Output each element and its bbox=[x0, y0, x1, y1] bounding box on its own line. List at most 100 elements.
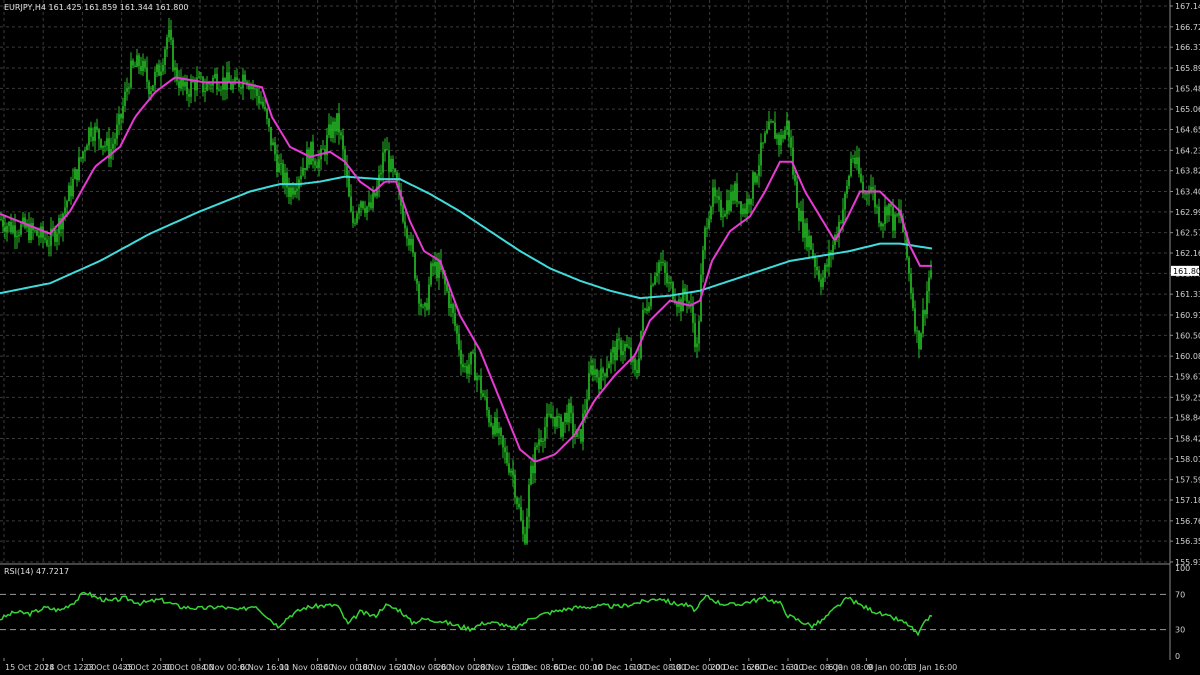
candle-body bbox=[204, 90, 206, 93]
candle-body bbox=[202, 76, 204, 93]
candle-body bbox=[436, 261, 438, 278]
candle-body bbox=[914, 308, 916, 332]
candle-body bbox=[174, 67, 176, 71]
candle-body bbox=[776, 134, 778, 139]
candle-body bbox=[224, 77, 226, 90]
price-tick-label: 162.160 bbox=[1175, 249, 1200, 258]
candle-body bbox=[916, 330, 918, 332]
candle-body bbox=[564, 412, 566, 422]
candle-body bbox=[164, 49, 166, 65]
candle-body bbox=[156, 64, 158, 73]
candle-body bbox=[302, 168, 304, 176]
candle-body bbox=[572, 413, 574, 436]
candle-body bbox=[590, 365, 592, 374]
candle-body bbox=[190, 80, 192, 97]
candle-body bbox=[266, 108, 268, 119]
candle-body bbox=[652, 284, 654, 286]
candle-body bbox=[860, 173, 862, 182]
candle-body bbox=[340, 132, 342, 136]
candle-body bbox=[650, 285, 652, 307]
candle-body bbox=[770, 121, 772, 123]
candle-body bbox=[768, 121, 770, 130]
candle-body bbox=[584, 409, 586, 414]
candle-body bbox=[884, 206, 886, 225]
candle-body bbox=[402, 205, 404, 222]
candle-body bbox=[242, 74, 244, 89]
candle-body bbox=[506, 452, 508, 464]
candle-body bbox=[698, 321, 700, 344]
candle-body bbox=[458, 333, 460, 350]
candle-body bbox=[46, 239, 48, 246]
candle-body bbox=[518, 503, 520, 508]
candle-body bbox=[824, 264, 826, 278]
candle-body bbox=[658, 262, 660, 273]
price-tick-label: 165.890 bbox=[1175, 64, 1200, 73]
time-tick-label: 13 Jan 16:00 bbox=[907, 663, 958, 672]
candle-body bbox=[102, 145, 104, 148]
candle-body bbox=[872, 186, 874, 190]
candle-body bbox=[810, 235, 812, 250]
trading-chart[interactable]: 167.140 166.720 166.310 165.890 165.480 165.0… bbox=[0, 0, 1200, 675]
candle-body bbox=[282, 163, 284, 184]
candle-body bbox=[842, 209, 844, 224]
candle-body bbox=[816, 266, 818, 271]
candle-body bbox=[284, 172, 286, 184]
candle-body bbox=[406, 228, 408, 239]
price-tick-label: 158.420 bbox=[1175, 434, 1200, 443]
candle-body bbox=[628, 346, 630, 348]
candle-body bbox=[200, 76, 202, 78]
candle-body bbox=[170, 29, 172, 40]
candle-body bbox=[750, 198, 752, 205]
price-tick-label: 160.080 bbox=[1175, 352, 1200, 361]
candle-body bbox=[710, 206, 712, 220]
candle-body bbox=[728, 200, 730, 211]
candle-body bbox=[446, 284, 448, 292]
candle-body bbox=[166, 37, 168, 50]
candle-body bbox=[474, 352, 476, 381]
price-tick-label: 166.310 bbox=[1175, 43, 1200, 52]
candle-body bbox=[554, 416, 556, 427]
candle-body bbox=[160, 71, 162, 76]
candle-body bbox=[154, 72, 156, 86]
candle-body bbox=[744, 208, 746, 214]
candle-body bbox=[38, 235, 40, 238]
candle-body bbox=[894, 214, 896, 231]
candle-body bbox=[116, 124, 118, 139]
candle-body bbox=[140, 66, 142, 71]
candle-body bbox=[250, 86, 252, 90]
candle-body bbox=[864, 193, 866, 195]
candle-body bbox=[774, 122, 776, 139]
candle-body bbox=[240, 87, 242, 89]
candle-body bbox=[622, 351, 624, 356]
candle-body bbox=[850, 158, 852, 176]
candle-body bbox=[720, 199, 722, 218]
candle-body bbox=[114, 138, 116, 144]
candle-body bbox=[276, 154, 278, 173]
price-tick-label: 158.840 bbox=[1175, 414, 1200, 423]
rsi-tick-label: 100 bbox=[1175, 564, 1190, 573]
candle-body bbox=[560, 416, 562, 437]
candle-body bbox=[620, 340, 622, 356]
candle-body bbox=[488, 410, 490, 423]
candle-body bbox=[6, 225, 8, 232]
price-tick-label: 156.350 bbox=[1175, 537, 1200, 546]
candle-body bbox=[604, 373, 606, 377]
candle-body bbox=[4, 226, 6, 232]
candle-body bbox=[14, 225, 16, 238]
candle-body bbox=[562, 421, 564, 437]
candle-body bbox=[134, 65, 136, 67]
candle-body bbox=[196, 77, 198, 91]
candle-body bbox=[846, 185, 848, 194]
candle-body bbox=[496, 417, 498, 434]
candle-body bbox=[848, 175, 850, 186]
candle-body bbox=[428, 284, 430, 310]
candle-body bbox=[928, 277, 930, 292]
candle-body bbox=[580, 428, 582, 442]
candle-body bbox=[404, 221, 406, 229]
candle-body bbox=[598, 377, 600, 390]
candle-body bbox=[364, 208, 366, 213]
candle-body bbox=[270, 126, 272, 146]
candle-body bbox=[372, 192, 374, 209]
candle-body bbox=[390, 158, 392, 172]
candle-body bbox=[392, 158, 394, 170]
